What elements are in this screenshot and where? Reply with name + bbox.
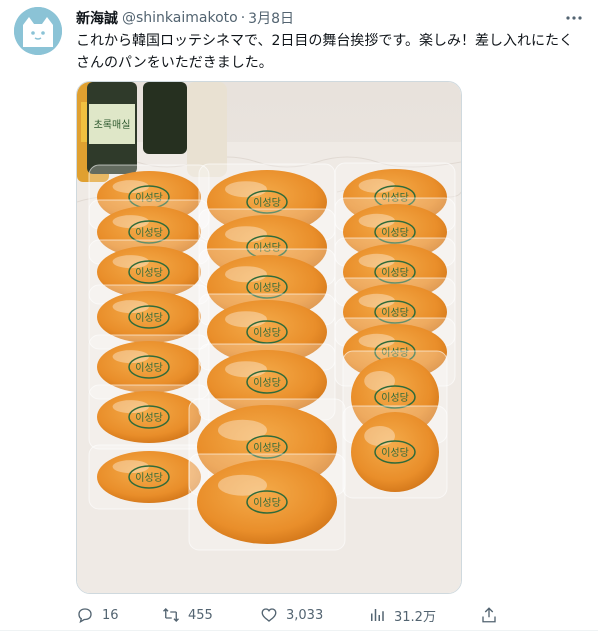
- bread-label: 이성당: [135, 267, 163, 279]
- share-icon: [482, 607, 496, 623]
- retweet-button[interactable]: 455: [162, 606, 213, 624]
- wrapper-shine: [218, 419, 267, 441]
- bread-label: 이성당: [381, 447, 409, 459]
- like-count: 3,033: [286, 607, 324, 623]
- wrapper-shine: [225, 361, 267, 378]
- share-button[interactable]: [480, 606, 498, 624]
- bread-label: 이성당: [253, 282, 281, 294]
- avatar[interactable]: [14, 7, 62, 55]
- bread-label: 이성당: [253, 377, 281, 389]
- wrapper-shine: [364, 426, 395, 446]
- like-icon: [261, 608, 277, 622]
- wrapper-shine: [225, 311, 267, 328]
- bread-label: 이성당: [135, 472, 163, 484]
- wrapper-shine: [225, 266, 267, 283]
- bread-label: 이성당: [381, 227, 409, 239]
- reply-button[interactable]: 16: [76, 606, 119, 624]
- bread-label: 이성당: [381, 392, 409, 404]
- bread-label: 이성당: [135, 227, 163, 239]
- tweet-header: 新海誠 @shinkaimakoto · 3月8日: [76, 8, 588, 28]
- bottle-label: 초록매실: [94, 119, 131, 131]
- bread-label: 이성당: [135, 412, 163, 424]
- tweet-text: これから韓国ロッテシネマで、2日目の舞台挨拶です。楽しみ！差し入れにたくさんのパ…: [76, 33, 573, 71]
- like-button[interactable]: 3,033: [260, 606, 323, 624]
- wrapper-shine: [225, 181, 267, 198]
- views-icon: [371, 609, 384, 621]
- tweet-photo[interactable]: 초록매실 이성당 이성당 이성당 이성당 이성당 이성당 이성당 이성당 이성당 이성당 이성당 이성…: [76, 81, 462, 594]
- more-button[interactable]: [564, 8, 584, 28]
- reply-count: 16: [102, 607, 119, 623]
- wrapper-shine: [364, 371, 395, 391]
- action-bar: 16 455 3,033 31.2万: [76, 604, 506, 626]
- tweet-date[interactable]: 3月8日: [248, 8, 294, 28]
- retweet-count: 455: [188, 607, 213, 623]
- wrapper-shine: [218, 474, 267, 496]
- bread-label: 이성당: [253, 497, 281, 509]
- retweet-icon: [163, 608, 179, 622]
- bread-label: 이성당: [381, 267, 409, 279]
- author-handle[interactable]: @shinkaimakoto: [122, 10, 238, 26]
- bread-label: 이성당: [253, 442, 281, 454]
- bread-label: 이성당: [253, 197, 281, 209]
- wrapper-shine: [225, 226, 267, 243]
- bread-label: 이성당: [381, 307, 409, 319]
- reply-icon: [78, 608, 92, 624]
- separator-dot: ·: [240, 10, 246, 26]
- bread-label: 이성당: [253, 327, 281, 339]
- author-name[interactable]: 新海誠: [76, 8, 118, 28]
- more-icon: [566, 16, 582, 20]
- view-count: 31.2万: [394, 609, 436, 625]
- views-button[interactable]: 31.2万: [368, 606, 436, 625]
- bread-label: 이성당: [135, 362, 163, 374]
- photo-bread-packages: 초록매실 이성당이성당이성당이성당이성당이성당이성당이성당이성당이성당이성당이성…: [77, 82, 461, 593]
- avatar-cat-icon: [14, 7, 62, 55]
- bread-label: 이성당: [135, 312, 163, 324]
- tweet-card[interactable]: 新海誠 @shinkaimakoto · 3月8日 これから韓国ロッテシネマで、…: [0, 0, 598, 631]
